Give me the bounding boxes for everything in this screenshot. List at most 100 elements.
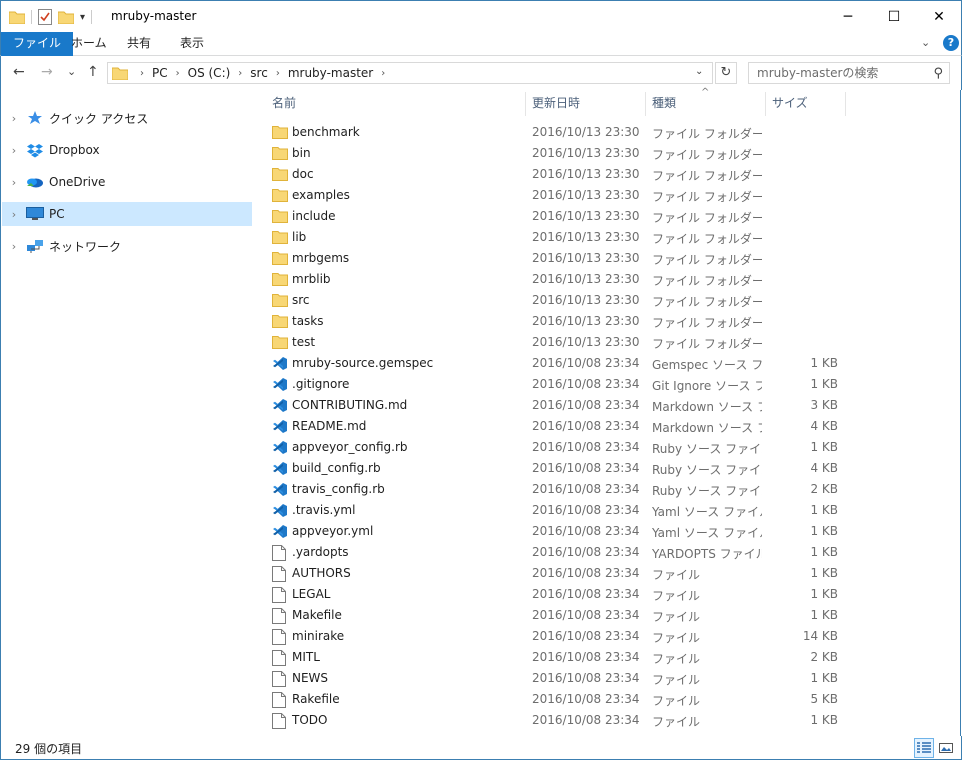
- breadcrumb-separator[interactable]: ›: [176, 68, 180, 79]
- file-date: 2016/10/13 23:30: [532, 272, 640, 286]
- table-row[interactable]: LEGAL 2016/10/08 23:34 ファイル 1 KB: [268, 584, 848, 605]
- breadcrumb-separator[interactable]: ›: [381, 68, 385, 79]
- file-name: src: [292, 293, 310, 307]
- file-type: ファイル: [652, 610, 701, 624]
- address-dropdown-icon[interactable]: ⌄: [695, 66, 703, 77]
- table-row[interactable]: .travis.yml 2016/10/08 23:34 Yaml ソース ファイル…: [268, 500, 848, 521]
- table-row[interactable]: lib 2016/10/13 23:30 ファイル フォルダー: [268, 227, 848, 248]
- customize-qat-icon[interactable]: ▾: [80, 12, 85, 23]
- expand-chevron-icon[interactable]: ›: [3, 176, 25, 189]
- nav-item-quick-access[interactable]: › クイック アクセス: [2, 106, 252, 130]
- expand-ribbon-icon[interactable]: ⌄: [921, 36, 930, 49]
- large-icons-view-button[interactable]: [936, 738, 956, 758]
- table-row[interactable]: src 2016/10/13 23:30 ファイル フォルダー: [268, 290, 848, 311]
- file-size: 2 KB: [810, 482, 838, 496]
- table-row[interactable]: TODO 2016/10/08 23:34 ファイル 1 KB: [268, 710, 848, 731]
- file-size: 1 KB: [810, 356, 838, 370]
- recent-locations-button[interactable]: ⌄: [67, 65, 76, 78]
- file-type: Ruby ソース ファイル: [652, 442, 762, 456]
- file-name: build_config.rb: [292, 461, 381, 475]
- file-size: 1 KB: [810, 671, 838, 685]
- file-type: ファイル: [652, 673, 701, 687]
- table-row[interactable]: travis_config.rb 2016/10/08 23:34 Ruby ソース…: [268, 479, 848, 500]
- vscode-file-icon: [272, 461, 288, 476]
- file-type: Markdown ソース フ...: [652, 400, 762, 414]
- column-header-date[interactable]: 更新日時: [526, 90, 645, 118]
- table-row[interactable]: CONTRIBUTING.md 2016/10/08 23:34 Markdown …: [268, 395, 848, 416]
- back-button[interactable]: ←: [13, 64, 25, 80]
- file-list: ^ 名前 更新日時 種類 サイズ benchmark 2016/10/13 23:…: [253, 87, 961, 736]
- properties-icon[interactable]: [38, 9, 52, 25]
- table-row[interactable]: Rakefile 2016/10/08 23:34 ファイル 5 KB: [268, 689, 848, 710]
- file-date: 2016/10/13 23:30: [532, 188, 640, 202]
- table-row[interactable]: bin 2016/10/13 23:30 ファイル フォルダー: [268, 143, 848, 164]
- file-type: ファイル: [652, 589, 701, 603]
- folder-icon: [272, 251, 288, 266]
- table-row[interactable]: appveyor.yml 2016/10/08 23:34 Yaml ソース ファイ…: [268, 521, 848, 542]
- table-row[interactable]: mruby-source.gemspec 2016/10/08 23:34 Gems…: [268, 353, 848, 374]
- table-row[interactable]: test 2016/10/13 23:30 ファイル フォルダー: [268, 332, 848, 353]
- table-row[interactable]: mrblib 2016/10/13 23:30 ファイル フォルダー: [268, 269, 848, 290]
- maximize-button[interactable]: ☐: [871, 1, 917, 32]
- column-divider[interactable]: [845, 92, 846, 116]
- table-row[interactable]: appveyor_config.rb 2016/10/08 23:34 Ruby ソ…: [268, 437, 848, 458]
- breadcrumb-src[interactable]: src: [250, 66, 268, 80]
- file-type: Git Ignore ソース フ...: [652, 379, 762, 393]
- nav-item-pc[interactable]: › PC: [2, 202, 252, 226]
- breadcrumb-separator[interactable]: ›: [238, 68, 242, 79]
- vscode-file-icon: [272, 503, 288, 518]
- expand-chevron-icon[interactable]: ›: [3, 144, 25, 157]
- new-folder-icon[interactable]: [58, 10, 74, 24]
- table-row[interactable]: tasks 2016/10/13 23:30 ファイル フォルダー: [268, 311, 848, 332]
- file-date: 2016/10/13 23:30: [532, 167, 640, 181]
- table-row[interactable]: .yardopts 2016/10/08 23:34 YARDOPTS ファイル 1 …: [268, 542, 848, 563]
- search-input[interactable]: mruby-masterの検索 ⚲: [748, 62, 950, 84]
- nav-item-dropbox[interactable]: › Dropbox: [2, 138, 252, 162]
- file-date: 2016/10/08 23:34: [532, 650, 640, 664]
- table-row[interactable]: .gitignore 2016/10/08 23:34 Git Ignore ソース…: [268, 374, 848, 395]
- tab-share[interactable]: 共有: [115, 32, 163, 56]
- details-view-button[interactable]: [914, 738, 934, 758]
- breadcrumb-separator[interactable]: ›: [140, 68, 144, 79]
- breadcrumb-separator[interactable]: ›: [276, 68, 280, 79]
- file-date: 2016/10/08 23:34: [532, 692, 640, 706]
- table-row[interactable]: benchmark 2016/10/13 23:30 ファイル フォルダー: [268, 122, 848, 143]
- file-name: NEWS: [292, 671, 329, 685]
- tab-view[interactable]: 表示: [168, 32, 216, 56]
- file-size: 4 KB: [810, 461, 838, 475]
- file-date: 2016/10/08 23:34: [532, 566, 640, 580]
- up-button[interactable]: ↑: [87, 64, 99, 80]
- table-row[interactable]: NEWS 2016/10/08 23:34 ファイル 1 KB: [268, 668, 848, 689]
- table-row[interactable]: build_config.rb 2016/10/08 23:34 Ruby ソース …: [268, 458, 848, 479]
- column-header-size[interactable]: サイズ: [766, 90, 845, 118]
- tab-home[interactable]: ホーム: [59, 32, 119, 56]
- minimize-button[interactable]: ─: [825, 1, 871, 32]
- file-type: ファイル フォルダー: [652, 295, 762, 309]
- breadcrumb-current[interactable]: mruby-master: [288, 66, 373, 80]
- column-header-type[interactable]: 種類: [646, 90, 765, 118]
- table-row[interactable]: AUTHORS 2016/10/08 23:34 ファイル 1 KB: [268, 563, 848, 584]
- table-row[interactable]: doc 2016/10/13 23:30 ファイル フォルダー: [268, 164, 848, 185]
- file-icon: [272, 713, 288, 729]
- breadcrumb-pc[interactable]: PC: [152, 66, 168, 80]
- table-row[interactable]: MITL 2016/10/08 23:34 ファイル 2 KB: [268, 647, 848, 668]
- breadcrumb-drive[interactable]: OS (C:): [188, 66, 231, 80]
- expand-chevron-icon[interactable]: ›: [3, 208, 25, 221]
- address-bar[interactable]: › PC › OS (C:) › src › mruby-master ›: [107, 62, 713, 84]
- forward-button[interactable]: →: [41, 64, 53, 80]
- nav-item-network[interactable]: › ネットワーク: [2, 234, 252, 258]
- help-icon[interactable]: ?: [943, 35, 959, 51]
- table-row[interactable]: examples 2016/10/13 23:30 ファイル フォルダー: [268, 185, 848, 206]
- table-row[interactable]: include 2016/10/13 23:30 ファイル フォルダー: [268, 206, 848, 227]
- table-row[interactable]: README.md 2016/10/08 23:34 Markdown ソース フ.…: [268, 416, 848, 437]
- column-header-name[interactable]: 名前: [266, 90, 524, 118]
- table-row[interactable]: Makefile 2016/10/08 23:34 ファイル 1 KB: [268, 605, 848, 626]
- nav-item-onedrive[interactable]: › OneDrive: [2, 170, 252, 194]
- file-date: 2016/10/13 23:30: [532, 335, 640, 349]
- table-row[interactable]: mrbgems 2016/10/13 23:30 ファイル フォルダー: [268, 248, 848, 269]
- expand-chevron-icon[interactable]: ›: [3, 240, 25, 253]
- refresh-button[interactable]: ↻: [715, 62, 737, 84]
- table-row[interactable]: minirake 2016/10/08 23:34 ファイル 14 KB: [268, 626, 848, 647]
- close-button[interactable]: ✕: [916, 1, 962, 32]
- expand-chevron-icon[interactable]: ›: [3, 112, 25, 125]
